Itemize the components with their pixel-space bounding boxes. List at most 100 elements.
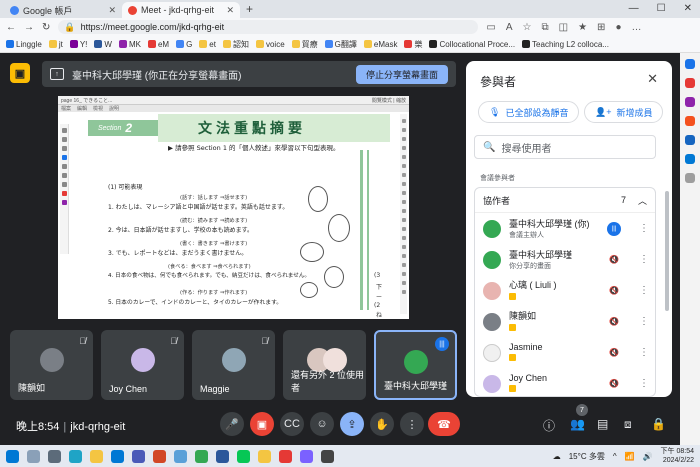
info-icon[interactable]: ⓘ <box>543 417 555 434</box>
search-sidebar-icon[interactable] <box>685 59 695 69</box>
network-icon[interactable]: 📶 <box>625 452 635 461</box>
tab-meet[interactable]: Meet - jkd-qrhg-eit ✕ <box>122 2 240 18</box>
volume-icon[interactable]: 🔊 <box>643 452 653 461</box>
favorites-icon[interactable]: ★ <box>578 22 587 33</box>
bookmark-item[interactable]: et <box>199 40 216 49</box>
list-item[interactable]: Jasmine 🔇 ⋮ <box>475 337 655 368</box>
captions-button[interactable]: CC <box>280 412 304 436</box>
app-icon[interactable] <box>300 449 313 463</box>
bookmark-item[interactable]: Y! <box>69 40 87 49</box>
list-item[interactable]: 臺中科大邱學瑾 (你) 會議主辦人 ||| ⋮ <box>475 213 655 244</box>
add-people-button[interactable]: 👤+ 新增成員 <box>584 101 664 123</box>
office-icon[interactable] <box>685 135 695 145</box>
more-options-icon[interactable]: ⋮ <box>639 316 649 327</box>
close-icon[interactable]: ✕ <box>647 71 658 87</box>
self-tile[interactable]: ||| 臺中科大邱學瑾 <box>374 330 457 400</box>
others-tile[interactable]: 還有另外 2 位使用者 <box>283 330 366 400</box>
present-button[interactable]: ⇪ <box>340 412 364 436</box>
emoji-button[interactable]: ☺ <box>310 412 334 436</box>
bookmark-item[interactable]: voice <box>255 40 285 49</box>
mic-off-icon[interactable]: 🔇 <box>607 348 621 357</box>
participant-tile[interactable]: 🎙̸ Joy Chen <box>101 330 184 400</box>
add-sidebar-icon[interactable] <box>685 173 695 183</box>
list-item[interactable]: Joy Chen 🔇 ⋮ <box>475 368 655 397</box>
end-call-button[interactable]: ☎ <box>428 412 460 436</box>
people-icon[interactable]: 👥 <box>570 417 585 431</box>
split-screen-icon[interactable]: ◫ <box>559 22 568 33</box>
file-explorer-icon[interactable] <box>90 449 103 463</box>
list-item[interactable]: 心璃 ( Liuli ) 🔇 ⋮ <box>475 275 655 306</box>
extensions-icon[interactable]: ⧉ <box>541 22 548 33</box>
system-clock[interactable]: 下午 08:54 2024/2/22 <box>661 447 694 465</box>
store-icon[interactable] <box>132 449 145 463</box>
host-controls-icon[interactable]: 🔒 <box>651 417 666 431</box>
camera-button[interactable]: ▣ <box>250 412 274 436</box>
collections-icon[interactable]: ⊞ <box>597 22 605 33</box>
games-icon[interactable] <box>685 116 695 126</box>
more-options-icon[interactable]: ⋮ <box>639 254 649 265</box>
participant-tile[interactable]: 🎙̸ 陳韻如 <box>10 330 93 400</box>
new-tab-button[interactable]: + <box>246 2 253 16</box>
reload-icon[interactable]: ↻ <box>42 22 50 33</box>
bookmark-item[interactable]: MK <box>118 40 141 49</box>
more-options-icon[interactable]: ⋮ <box>639 378 649 389</box>
close-tab-icon[interactable]: ✕ <box>226 5 234 16</box>
bookmark-item[interactable]: 貿療 <box>291 39 318 50</box>
bookmark-item[interactable]: eM <box>147 40 169 49</box>
back-icon[interactable]: ← <box>6 22 16 33</box>
mic-off-icon[interactable]: 🔇 <box>607 317 621 326</box>
weather-text[interactable]: 15°C 多雲 <box>569 451 605 462</box>
list-item[interactable]: 臺中科大邱學瑾 你分享的畫面 🔇 ⋮ <box>475 244 655 275</box>
list-item[interactable]: 陳韻如 🔇 ⋮ <box>475 306 655 337</box>
mic-off-icon[interactable]: 🔇 <box>607 255 621 264</box>
bookmark-item[interactable]: W <box>94 40 112 49</box>
line-icon[interactable] <box>237 449 250 463</box>
read-aloud-icon[interactable]: A <box>506 22 513 33</box>
outlook-icon[interactable] <box>685 154 695 164</box>
more-options-icon[interactable]: ⋮ <box>639 285 649 296</box>
tray-overflow-icon[interactable]: ^ <box>613 452 617 461</box>
close-window-button[interactable]: ✕ <box>684 3 692 14</box>
stop-sharing-button[interactable]: 停止分享螢幕畫面 <box>355 64 448 84</box>
more-options-button[interactable]: ⋮ <box>400 412 424 436</box>
profile-icon[interactable]: ● <box>615 22 621 33</box>
mail-icon[interactable] <box>111 449 124 463</box>
word-icon[interactable] <box>216 449 229 463</box>
bookmark-item[interactable]: eMask <box>363 40 397 49</box>
panel-scrollbar[interactable] <box>665 191 669 311</box>
more-options-icon[interactable]: ⋮ <box>639 223 649 234</box>
search-icon[interactable] <box>27 449 40 463</box>
photos-icon[interactable] <box>174 449 187 463</box>
media-icon[interactable] <box>321 449 334 463</box>
mic-off-icon[interactable]: 🔇 <box>607 286 621 295</box>
activities-icon[interactable]: ⧈ <box>624 417 632 432</box>
camera-permission-icon[interactable]: ▭ <box>486 22 495 33</box>
acrobat-icon[interactable] <box>279 449 292 463</box>
group-header[interactable]: 協作者 7 ︿ <box>475 188 655 213</box>
more-options-icon[interactable]: ⋮ <box>639 347 649 358</box>
minimize-button[interactable]: — <box>629 3 639 14</box>
bookmark-item[interactable]: G翻譯 <box>324 39 357 50</box>
bookmark-item[interactable]: Collocational Proce... <box>429 40 515 49</box>
chat-icon[interactable]: ▤ <box>597 417 608 431</box>
search-input[interactable]: 🔍 搜尋使用者 <box>474 135 656 159</box>
settings-more-icon[interactable]: … <box>631 22 641 33</box>
favorite-star-icon[interactable]: ☆ <box>523 22 532 33</box>
bookmark-item[interactable]: 樂 <box>404 39 422 50</box>
chrome-icon[interactable] <box>195 449 208 463</box>
edge-icon[interactable] <box>69 449 82 463</box>
mic-off-icon[interactable]: 🔇 <box>607 379 621 388</box>
close-tab-icon[interactable]: ✕ <box>108 5 116 16</box>
bookmark-item[interactable]: G <box>176 40 192 49</box>
bookmark-item[interactable]: jt <box>48 40 63 49</box>
url-field[interactable]: 🔒 https://meet.google.com/jkd-qrhg-eit <box>58 20 479 34</box>
tools-icon[interactable] <box>685 97 695 107</box>
shopping-icon[interactable] <box>685 78 695 88</box>
forward-icon[interactable]: → <box>24 22 34 33</box>
windows-start-icon[interactable] <box>6 449 19 463</box>
folder-icon[interactable] <box>258 449 271 463</box>
participant-tile[interactable]: 🎙̸ Maggie <box>192 330 275 400</box>
mute-all-button[interactable]: 🎙 已全部設為靜音 <box>478 101 580 123</box>
bookmark-item[interactable]: 認知 <box>222 39 249 50</box>
bookmark-item[interactable]: Teaching L2 colloca... <box>522 40 609 49</box>
